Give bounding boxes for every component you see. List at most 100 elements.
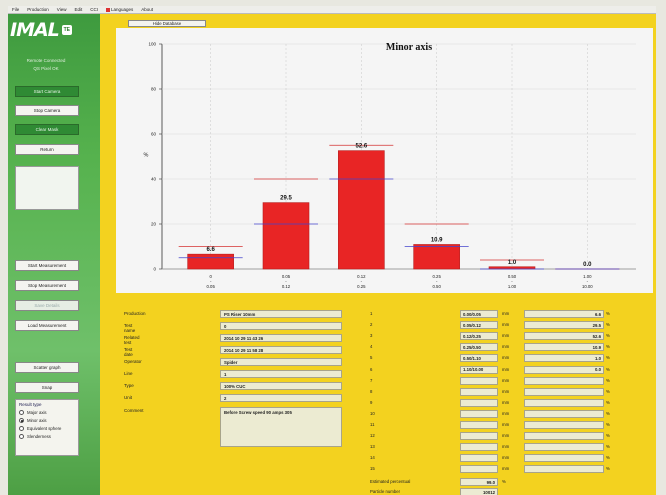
range-index: 11 xyxy=(370,422,375,427)
range-percent-field[interactable] xyxy=(524,454,604,463)
y-tick-label: 40 xyxy=(151,177,157,182)
camera-preview xyxy=(15,166,79,210)
footer-label: Particle number xyxy=(370,489,401,494)
range-percent-field[interactable] xyxy=(524,409,604,418)
range-percent-field[interactable]: 0.0 xyxy=(524,365,604,374)
range-size-field[interactable]: 0.50/1.10 xyxy=(460,354,498,363)
range-unit: mm xyxy=(502,410,510,416)
range-index: 8 xyxy=(370,388,373,394)
y-tick-label: 0 xyxy=(153,267,156,272)
sidebar-button-return[interactable]: Return xyxy=(15,144,79,155)
detail-field-line[interactable]: 1 xyxy=(220,370,342,378)
sidebar-button-save-details[interactable]: Save Details xyxy=(15,300,79,311)
range-percent-field[interactable] xyxy=(524,376,604,385)
range-percent-field[interactable]: 52.6 xyxy=(524,332,604,341)
menu-item-view[interactable]: View xyxy=(57,7,67,12)
result-type-option[interactable]: Slenderness xyxy=(19,434,75,439)
radio-button[interactable] xyxy=(19,434,24,439)
range-percent-field[interactable]: 29.5 xyxy=(524,321,604,330)
range-size-field[interactable] xyxy=(460,443,498,452)
range-size-field[interactable] xyxy=(460,432,498,441)
pixel-status: QS Pixel OK xyxy=(33,66,59,71)
range-percent-field[interactable] xyxy=(524,387,604,396)
range-size-field[interactable]: 0.05/0.12 xyxy=(460,321,498,330)
percent-sign: % xyxy=(606,344,610,350)
range-percent-field[interactable]: 10.9 xyxy=(524,343,604,352)
sidebar-button-clear-mask[interactable]: Clear Mask xyxy=(15,124,79,135)
range-size-field[interactable] xyxy=(460,465,498,474)
range-percent-field[interactable]: 6.6 xyxy=(524,310,604,318)
range-unit: mm xyxy=(502,433,510,439)
range-percent-field[interactable] xyxy=(524,421,604,429)
sidebar-button-snap[interactable]: Snap xyxy=(15,382,79,393)
x-tick-label-bottom: 0.05 xyxy=(206,284,215,289)
range-size-field[interactable]: 0.00/0.05 xyxy=(460,310,498,318)
range-size-field[interactable] xyxy=(460,387,498,396)
result-type-option[interactable]: Minor axis xyxy=(19,418,75,423)
menu-item-label: File xyxy=(12,7,20,12)
menu-item-cci[interactable]: CCI xyxy=(90,7,98,12)
bar-value-label: 29.5 xyxy=(280,196,292,202)
range-percent-field[interactable]: 1.0 xyxy=(524,354,604,363)
detail-label: Production xyxy=(124,311,146,316)
sidebar-button-load-measurement[interactable]: Load Measurement xyxy=(15,320,79,331)
range-size-field[interactable]: 1.10/10.00 xyxy=(460,365,498,374)
bar xyxy=(187,253,234,270)
detail-field-operator[interactable]: Spider xyxy=(220,358,342,366)
percent-sign: % xyxy=(606,355,610,361)
range-percent-field[interactable] xyxy=(524,398,604,407)
range-size-field[interactable] xyxy=(460,454,498,463)
percent-sign: % xyxy=(606,433,610,439)
range-index: 13 xyxy=(370,444,375,450)
menu-item-file[interactable]: File xyxy=(12,7,19,12)
detail-field-test-date[interactable]: 2014 10 29 11 58 28 xyxy=(220,346,342,354)
sidebar-button-scatter-graph[interactable]: Scatter graph xyxy=(15,362,79,373)
menu-item-languages[interactable]: Languages xyxy=(105,7,133,12)
range-size-field[interactable] xyxy=(460,376,498,385)
range-index: 5 xyxy=(370,355,373,361)
detail-field-type[interactable]: 100% CUC xyxy=(220,382,342,390)
range-percent-field[interactable] xyxy=(524,465,604,474)
radio-button[interactable] xyxy=(19,410,24,415)
detail-field-test-name[interactable]: 0 xyxy=(220,322,342,330)
range-size-field[interactable]: 0.12/0.25 xyxy=(460,332,498,341)
hide-database-button[interactable]: Hide Database xyxy=(128,20,206,27)
logo-text: IMAL xyxy=(10,19,60,41)
range-size-field[interactable]: 0.25/0.50 xyxy=(460,343,498,352)
range-index: 6 xyxy=(370,366,373,372)
sidebar-button-stop-camera[interactable]: Stop Camera xyxy=(15,105,79,116)
result-type-option[interactable]: Equivalent sphere xyxy=(19,426,75,431)
footer-value-field[interactable]: 99.0 xyxy=(460,478,498,486)
sidebar-button-start-camera[interactable]: Start Camera xyxy=(15,86,79,97)
range-unit: mm xyxy=(502,466,510,472)
radio-button[interactable] xyxy=(19,418,24,423)
radio-button[interactable] xyxy=(19,426,24,431)
detail-field-related-test[interactable]: 2014 10 29 11 43 26 xyxy=(220,334,342,342)
range-unit: mm xyxy=(502,377,510,383)
percent-sign: % xyxy=(606,422,610,427)
detail-field-production[interactable]: PS Riser 10mm xyxy=(220,310,342,318)
range-percent-field[interactable] xyxy=(524,443,604,452)
menu-item-about[interactable]: About xyxy=(141,7,153,12)
menu-item-edit[interactable]: Edit xyxy=(74,7,82,12)
range-size-field[interactable] xyxy=(460,421,498,429)
y-axis-label: % xyxy=(144,153,149,159)
footer-value-field[interactable]: 10012 xyxy=(460,488,498,495)
range-percent-field[interactable] xyxy=(524,432,604,441)
range-unit: mm xyxy=(502,311,510,316)
range-size-field[interactable] xyxy=(460,398,498,407)
languages-flag-icon xyxy=(105,7,110,12)
result-type-option[interactable]: Major axis xyxy=(19,410,75,415)
range-size-field[interactable] xyxy=(460,409,498,418)
sidebar-button-start-measurement[interactable]: Start Measurement xyxy=(15,260,79,271)
sidebar-button-stop-measurement[interactable]: Stop Measurement xyxy=(15,280,79,291)
bar-value-label: 10.9 xyxy=(431,237,443,243)
percent-sign: % xyxy=(606,466,610,472)
menu-item-production[interactable]: Production xyxy=(27,7,49,12)
detail-field-unit[interactable]: 2 xyxy=(220,394,342,402)
range-index: 14 xyxy=(370,455,375,461)
detail-field-comment[interactable]: Before Screw speed 90 amps 305 xyxy=(220,407,342,447)
percent-sign: % xyxy=(606,444,610,450)
percent-sign: % xyxy=(606,455,610,461)
y-tick-label: 100 xyxy=(148,42,156,47)
